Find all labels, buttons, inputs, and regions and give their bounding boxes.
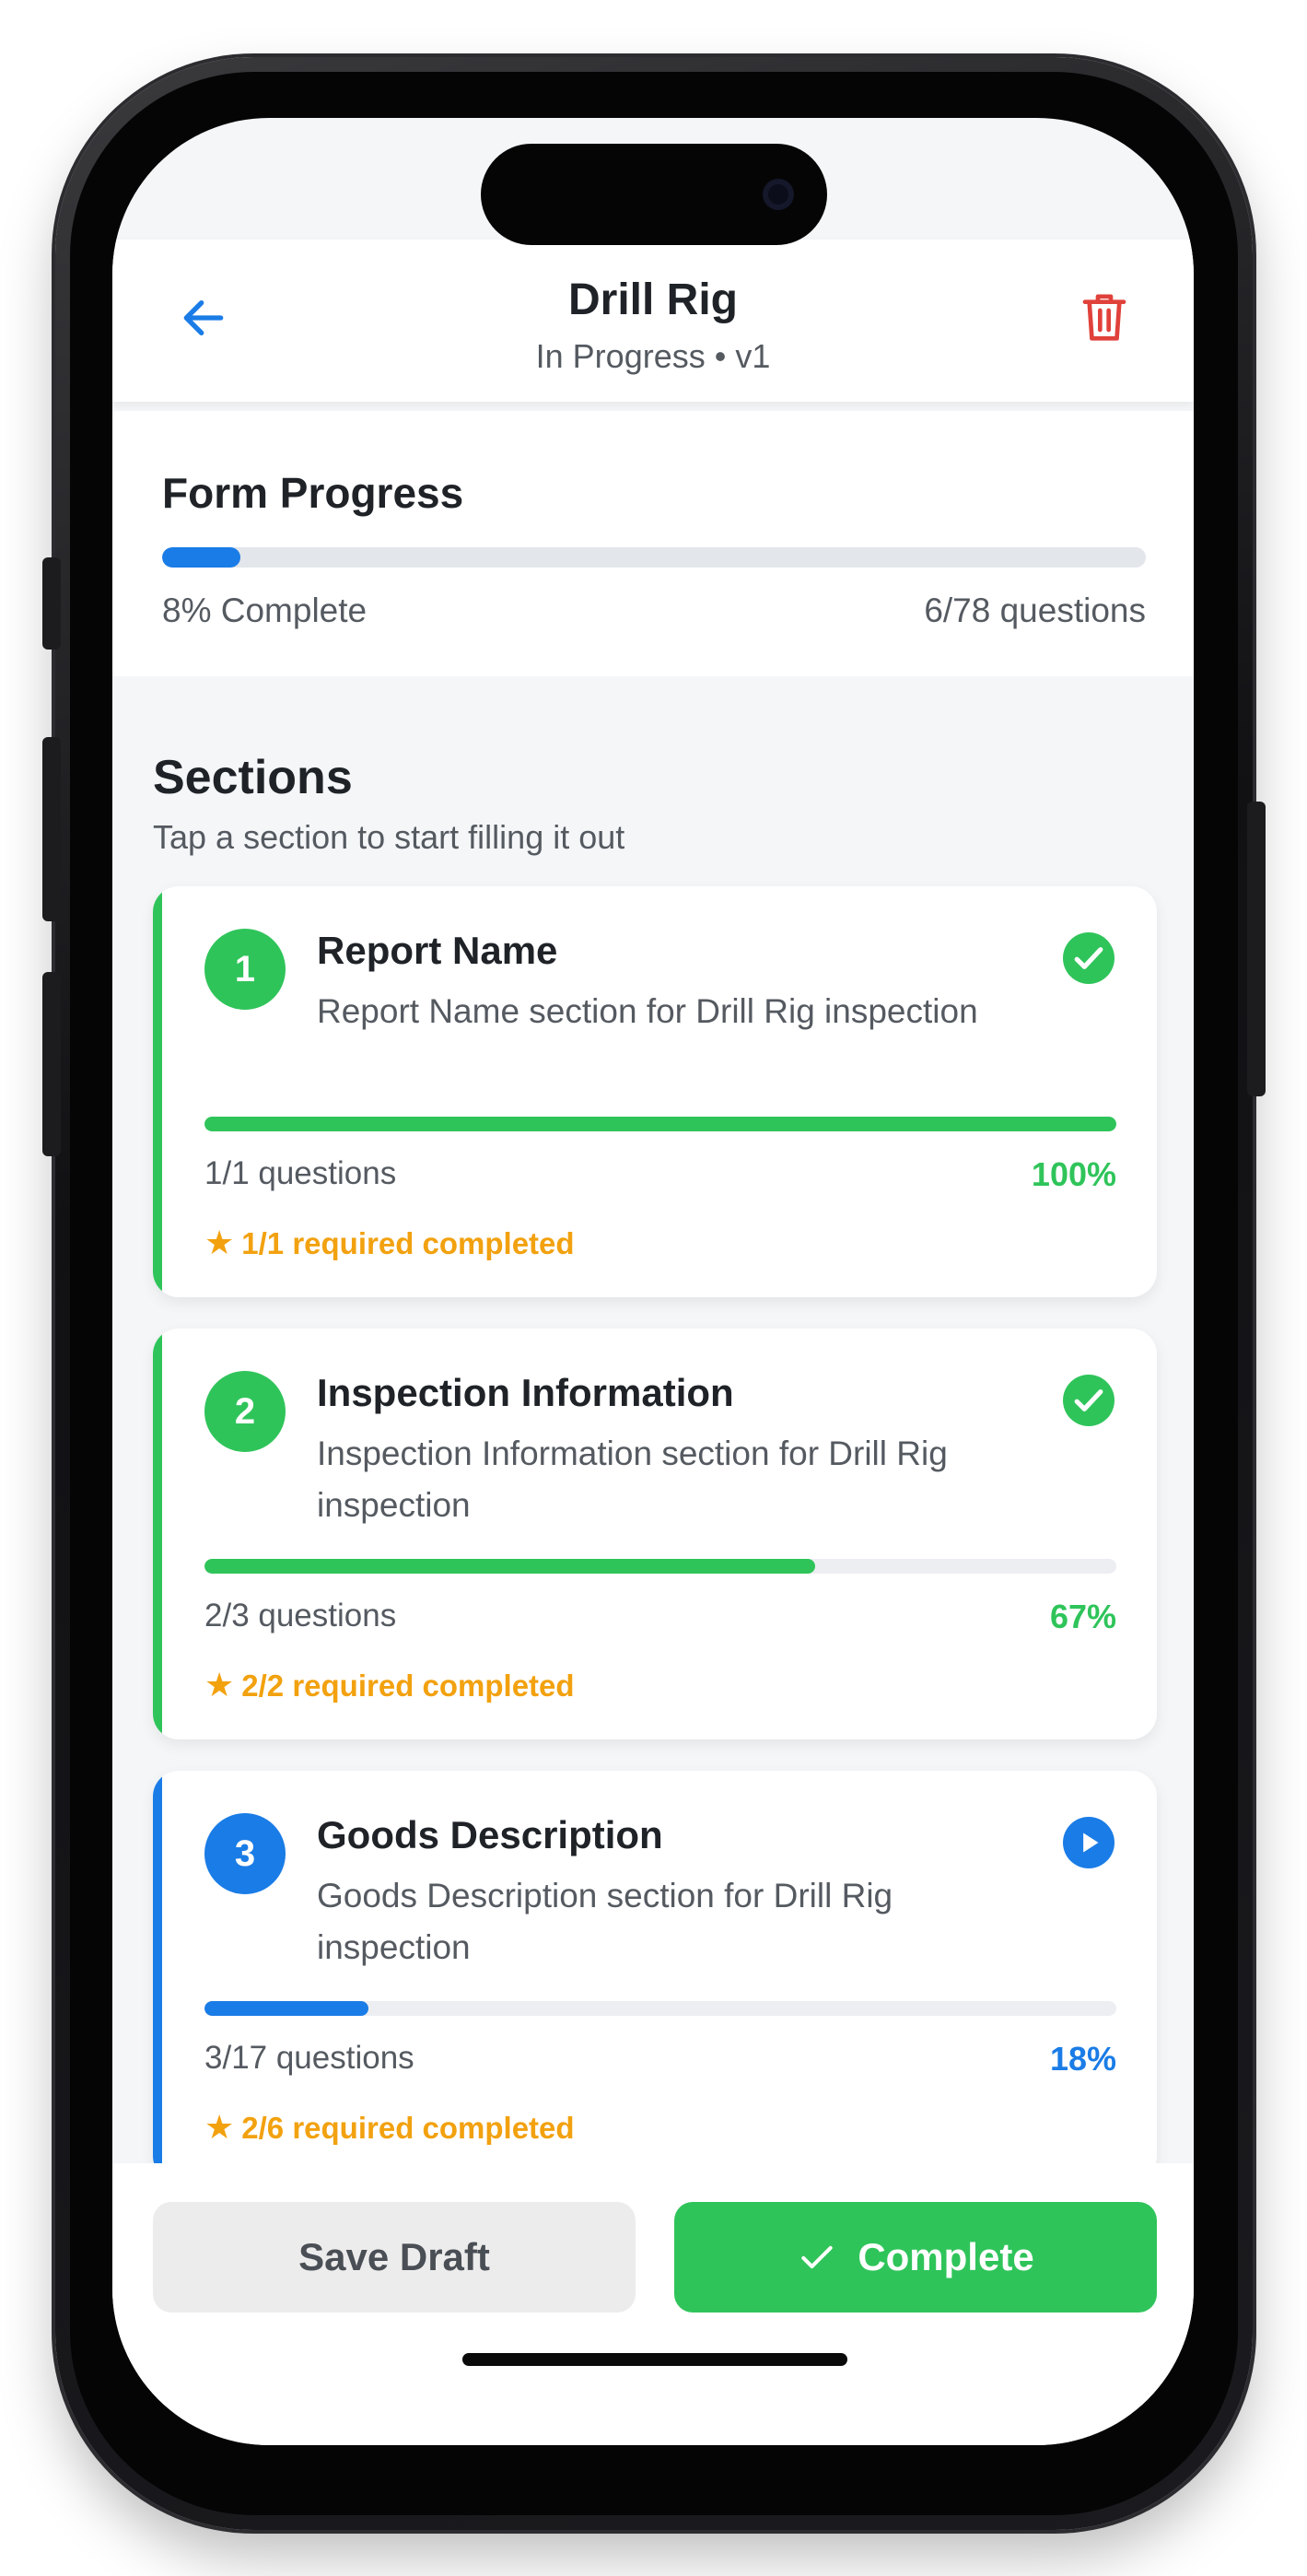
section-question-count: 2/3 questions: [204, 1598, 397, 1633]
app-header: Drill Rig In Progress • v1: [112, 240, 1194, 402]
section-required-label: 2/2 required completed: [241, 1669, 575, 1703]
section-progress-bar: [204, 2001, 1116, 2016]
section-percent: 18%: [1049, 2040, 1116, 2078]
section-description: Inspection Information section for Drill…: [317, 1434, 948, 1524]
section-progress-fill: [204, 2001, 369, 2016]
section-percent: 67%: [1049, 1598, 1116, 1635]
section-title: Inspection Information: [317, 1371, 734, 1414]
delete-button[interactable]: [1072, 282, 1137, 352]
form-progress-panel: Form Progress 8% Complete 6/78 questions: [112, 411, 1194, 676]
star-icon: ★: [204, 1224, 235, 1261]
section-accent: [153, 1771, 162, 2182]
section-number-badge: 3: [204, 1813, 286, 1894]
page-subtitle: In Progress • v1: [535, 337, 771, 375]
complete-button-label: Complete: [858, 2235, 1034, 2278]
action-button: [42, 557, 61, 650]
section-title: Goods Description: [317, 1813, 663, 1856]
camera-icon: [763, 179, 794, 210]
play-circle-icon: [1063, 1817, 1114, 1868]
section-card-goods-description[interactable]: 3 Goods Description Goods Description se…: [153, 1771, 1157, 2182]
dynamic-island: [481, 144, 827, 245]
form-progress-title: Form Progress: [162, 469, 464, 517]
section-progress-bar: [204, 1559, 1116, 1574]
section-progress-fill: [204, 1117, 1116, 1131]
complete-button[interactable]: Complete: [674, 2202, 1157, 2313]
section-progress-bar: [204, 1117, 1116, 1131]
save-draft-button[interactable]: Save Draft: [153, 2202, 636, 2313]
form-progress-fill: [162, 547, 241, 568]
section-required-label: 1/1 required completed: [241, 1226, 575, 1260]
star-icon: ★: [204, 1666, 235, 1704]
section-accent: [153, 886, 162, 1297]
power-button: [1247, 802, 1266, 1096]
sections-subtitle: Tap a section to start filling it out: [153, 818, 625, 856]
home-indicator[interactable]: [462, 2353, 847, 2366]
form-progress-percent: 8% Complete: [162, 591, 368, 629]
section-description: Goods Description section for Drill Rig …: [317, 1877, 893, 1966]
section-title: Report Name: [317, 929, 558, 972]
section-number-badge: 1: [204, 929, 286, 1010]
page-title: Drill Rig: [567, 275, 738, 324]
section-number-badge: 2: [204, 1371, 286, 1452]
app-screen: Drill Rig In Progress • v1 Form Progress…: [112, 118, 1194, 2445]
section-required-status: ★ 2/2 required completed: [204, 1666, 575, 1704]
form-progress-questions: 6/78 questions: [924, 591, 1146, 629]
check-circle-icon: [1063, 1375, 1114, 1426]
sections-title: Sections: [153, 751, 353, 804]
volume-down-button: [42, 972, 61, 1156]
section-card-inspection-information[interactable]: 2 Inspection Information Inspection Info…: [153, 1329, 1157, 1739]
check-icon: [801, 2245, 833, 2269]
check-circle-icon: [1063, 932, 1114, 984]
form-progress-bar: [162, 547, 1146, 568]
section-description: Report Name section for Drill Rig inspec…: [317, 992, 978, 1030]
section-question-count: 1/1 questions: [204, 1155, 397, 1191]
star-icon: ★: [204, 2108, 235, 2146]
section-progress-fill: [204, 1559, 816, 1574]
section-required-status: ★ 1/1 required completed: [204, 1224, 575, 1262]
section-question-count: 3/17 questions: [204, 2040, 414, 2076]
bottom-action-bar: Save Draft Complete: [112, 2163, 1194, 2445]
volume-up-button: [42, 737, 61, 921]
section-card-report-name[interactable]: 1 Report Name Report Name section for Dr…: [153, 886, 1157, 1297]
section-required-label: 2/6 required completed: [241, 2111, 575, 2145]
section-required-status: ★ 2/6 required completed: [204, 2108, 575, 2147]
section-percent: 100%: [1031, 1155, 1116, 1193]
trash-icon: [1082, 294, 1126, 341]
section-accent: [153, 1329, 162, 1739]
